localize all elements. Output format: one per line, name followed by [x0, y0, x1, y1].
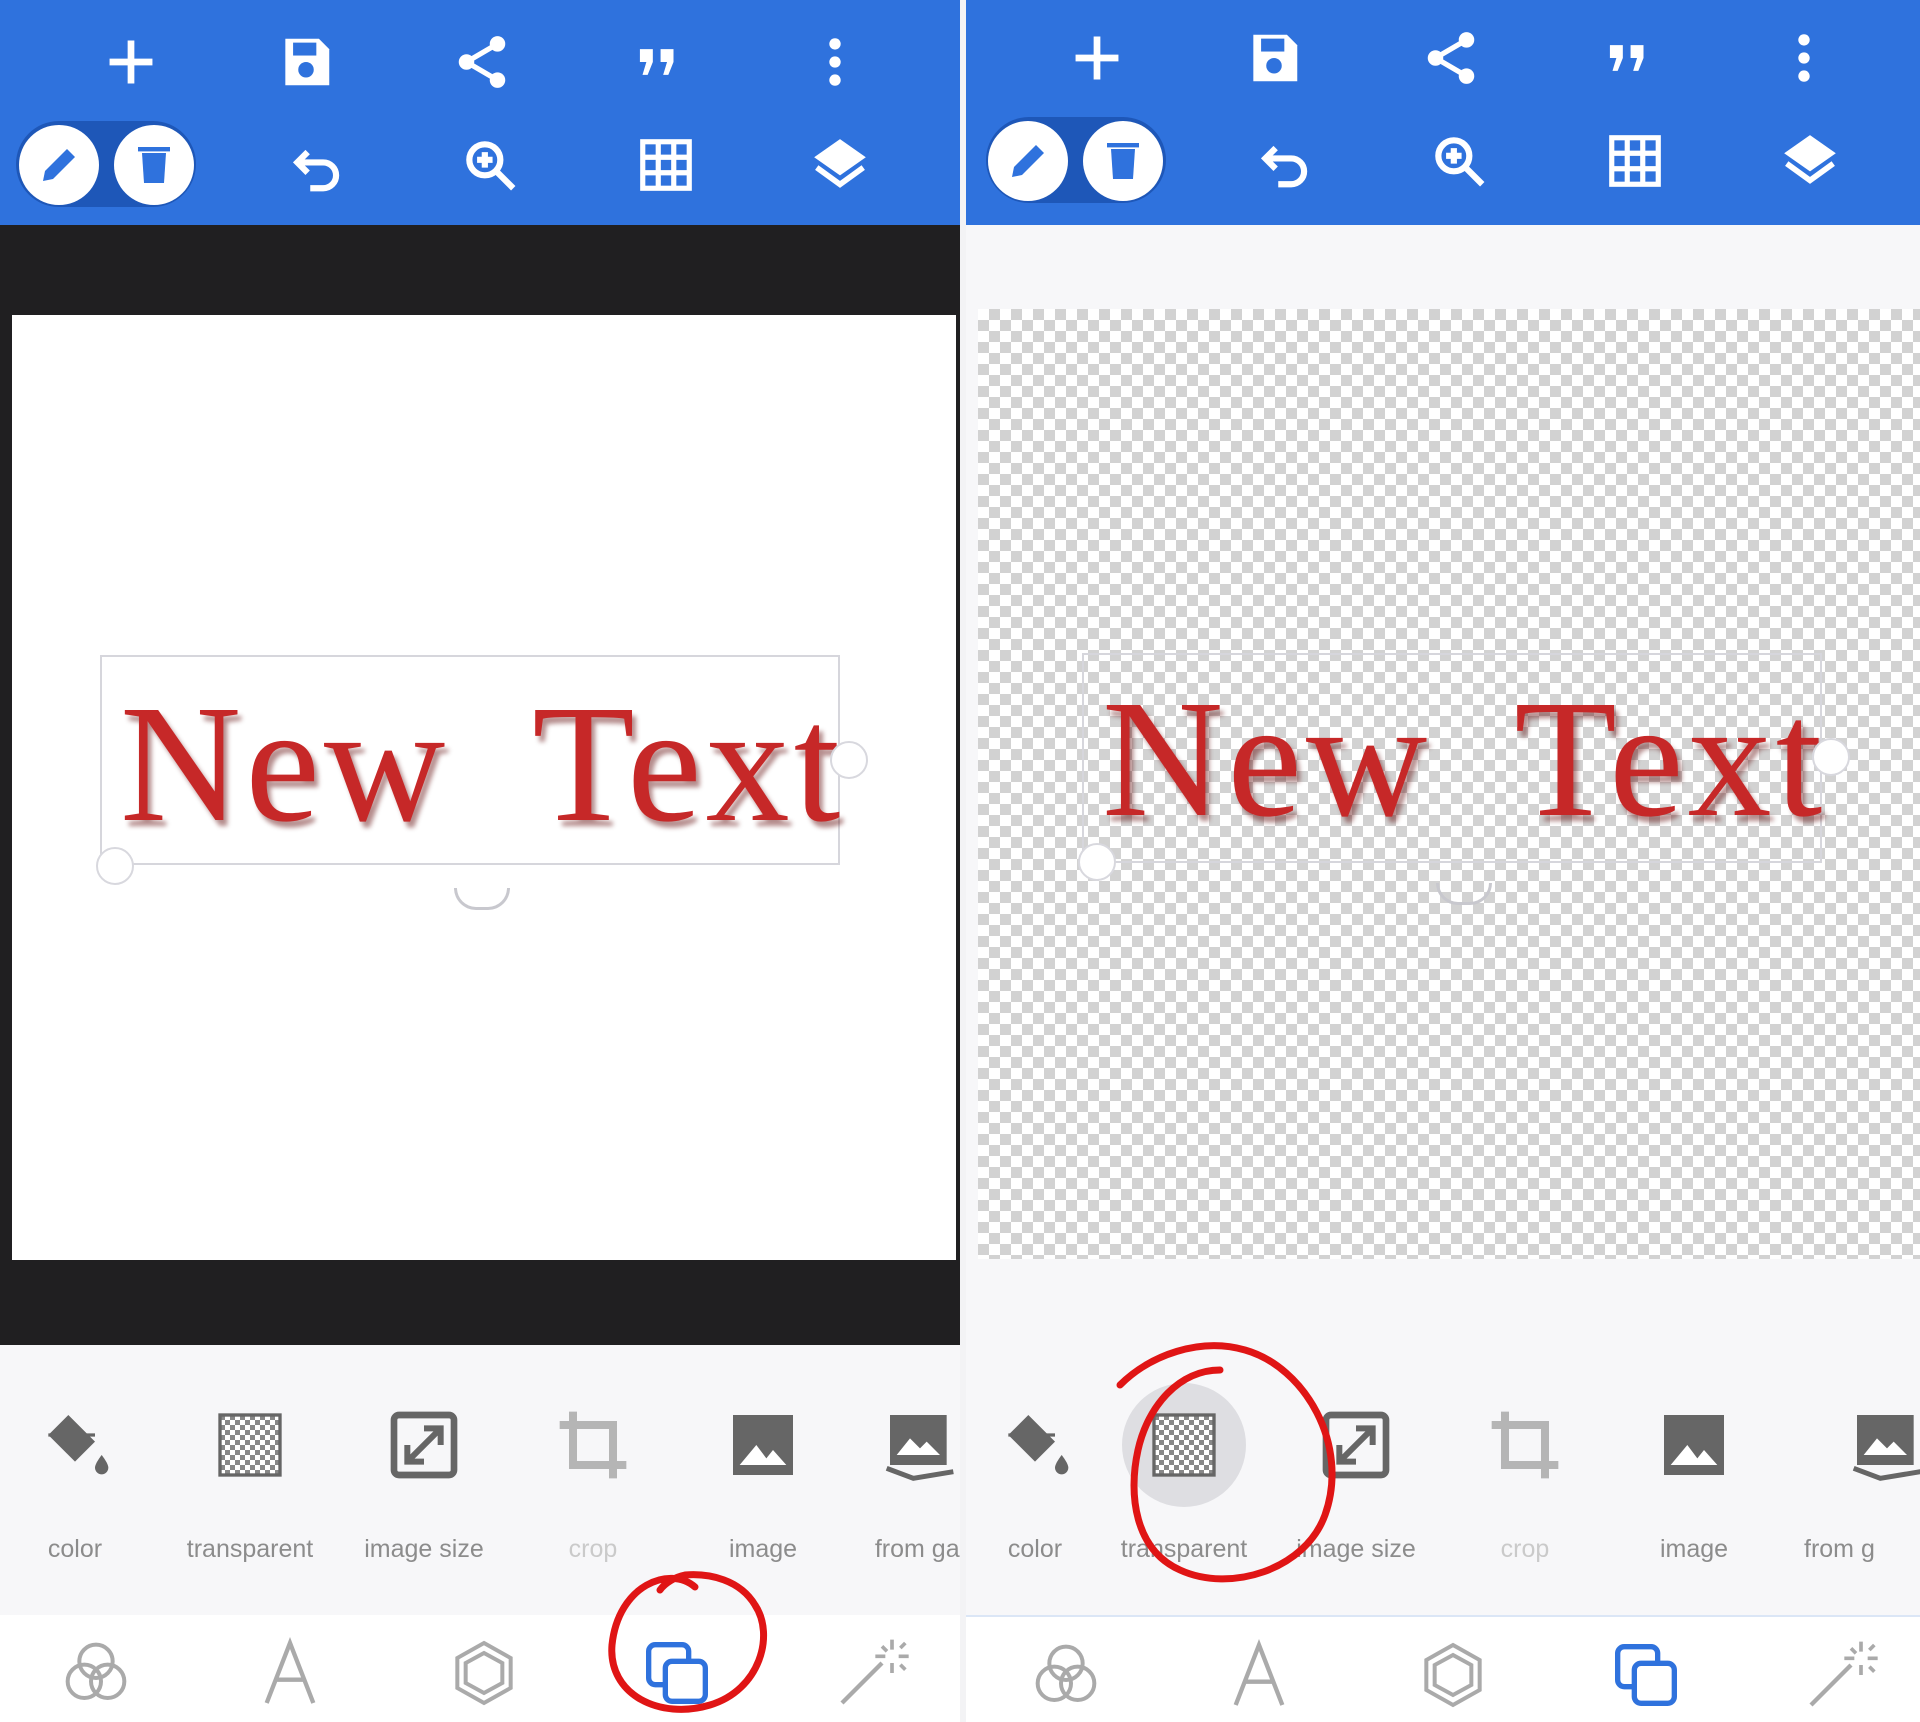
layers-copy-icon[interactable] [1606, 1635, 1686, 1715]
tool-label: transparent [1120, 1535, 1248, 1563]
paint-bucket-icon [1008, 1415, 1069, 1475]
shape-icon[interactable] [444, 1633, 524, 1713]
canvas-text[interactable]: New Text [120, 680, 844, 848]
layers-copy-icon[interactable] [637, 1633, 717, 1713]
save-icon[interactable] [1234, 18, 1314, 98]
tool-transparent[interactable]: transparent [1109, 1383, 1259, 1585]
tool-label: from g [1804, 1535, 1875, 1563]
share-icon[interactable] [1411, 18, 1491, 98]
tool-crop: crop [518, 1405, 668, 1585]
left-screenshot: New Text color transparent image size cr… [0, 0, 960, 1722]
tool-label: crop [568, 1535, 618, 1563]
trash-icon[interactable] [114, 125, 194, 205]
tool-label: image [728, 1535, 798, 1563]
layers-icon[interactable] [800, 125, 880, 205]
layers-icon[interactable] [1770, 121, 1850, 201]
top-toolbar [966, 0, 1920, 225]
resize-handle[interactable] [1078, 843, 1116, 881]
undo-icon[interactable] [278, 125, 358, 205]
plus-icon[interactable] [91, 22, 171, 102]
text-icon[interactable] [250, 1633, 330, 1713]
grid-icon[interactable] [1595, 121, 1675, 201]
image-icon [733, 1415, 793, 1475]
gallery-icon [885, 1415, 954, 1481]
tool-label: crop [1500, 1535, 1550, 1563]
save-icon[interactable] [266, 22, 346, 102]
crop-icon [1491, 1411, 1559, 1479]
pencil-icon[interactable] [988, 121, 1068, 201]
tool-from-gallery[interactable]: from gal [845, 1405, 960, 1585]
gallery-icon [1852, 1415, 1920, 1481]
tool-color[interactable]: color [0, 1405, 150, 1585]
color-circles-icon[interactable] [1026, 1635, 1106, 1715]
tool-image-size[interactable]: image size [1281, 1405, 1431, 1585]
bottom-nav [966, 1615, 1920, 1722]
tool-image[interactable]: image [1619, 1405, 1769, 1585]
resize-handle[interactable] [830, 741, 868, 779]
canvas-area[interactable]: New Text [966, 225, 1920, 1345]
zoom-in-icon[interactable] [450, 125, 530, 205]
checkerboard-icon [218, 1413, 282, 1477]
tool-image[interactable]: image [688, 1405, 838, 1585]
magic-wand-icon[interactable] [1801, 1635, 1881, 1715]
pencil-icon[interactable] [19, 125, 99, 205]
canvas-area[interactable]: New Text [0, 225, 960, 1345]
quote-icon[interactable] [1588, 18, 1668, 98]
plus-icon[interactable] [1057, 18, 1137, 98]
right-screenshot: New Text color transparent image size cr… [966, 0, 1920, 1722]
tool-crop: crop [1450, 1405, 1600, 1585]
bottom-nav [0, 1615, 960, 1722]
more-vert-icon[interactable] [1764, 18, 1844, 98]
grid-icon[interactable] [626, 125, 706, 205]
tool-color[interactable]: color [966, 1405, 1110, 1585]
shape-icon[interactable] [1413, 1635, 1493, 1715]
tools-row: color transparent image size crop image … [0, 1345, 960, 1615]
resize-handle[interactable] [1812, 738, 1850, 776]
undo-icon[interactable] [1246, 121, 1326, 201]
resize-icon [390, 1411, 458, 1479]
crop-icon [559, 1411, 627, 1479]
tool-label: color [1007, 1535, 1063, 1563]
color-circles-icon[interactable] [56, 1633, 136, 1713]
tool-image-size[interactable]: image size [349, 1405, 499, 1585]
more-vert-icon[interactable] [795, 22, 875, 102]
share-icon[interactable] [442, 22, 522, 102]
tool-label: color [47, 1535, 103, 1563]
tool-from-gallery[interactable]: from g [1804, 1405, 1920, 1585]
tool-label: image size [1296, 1535, 1416, 1563]
tool-label: image [1659, 1535, 1729, 1563]
text-icon[interactable] [1219, 1635, 1299, 1715]
tool-transparent[interactable]: transparent [175, 1405, 325, 1585]
zoom-in-icon[interactable] [1419, 121, 1499, 201]
magic-wand-icon[interactable] [832, 1633, 912, 1713]
checkerboard-icon [1152, 1413, 1216, 1477]
resize-handle[interactable] [96, 847, 134, 885]
quote-icon[interactable] [618, 22, 698, 102]
trash-icon[interactable] [1083, 121, 1163, 201]
image-icon [1664, 1415, 1724, 1475]
tool-label: image size [364, 1535, 484, 1563]
paint-bucket-icon [48, 1415, 109, 1475]
canvas-text[interactable]: New Text [1102, 675, 1826, 843]
top-toolbar [0, 0, 960, 225]
resize-icon [1322, 1411, 1390, 1479]
tool-label: transparent [186, 1535, 314, 1563]
tool-label: from gal [874, 1535, 960, 1563]
tools-row: color transparent image size crop image … [966, 1345, 1920, 1615]
